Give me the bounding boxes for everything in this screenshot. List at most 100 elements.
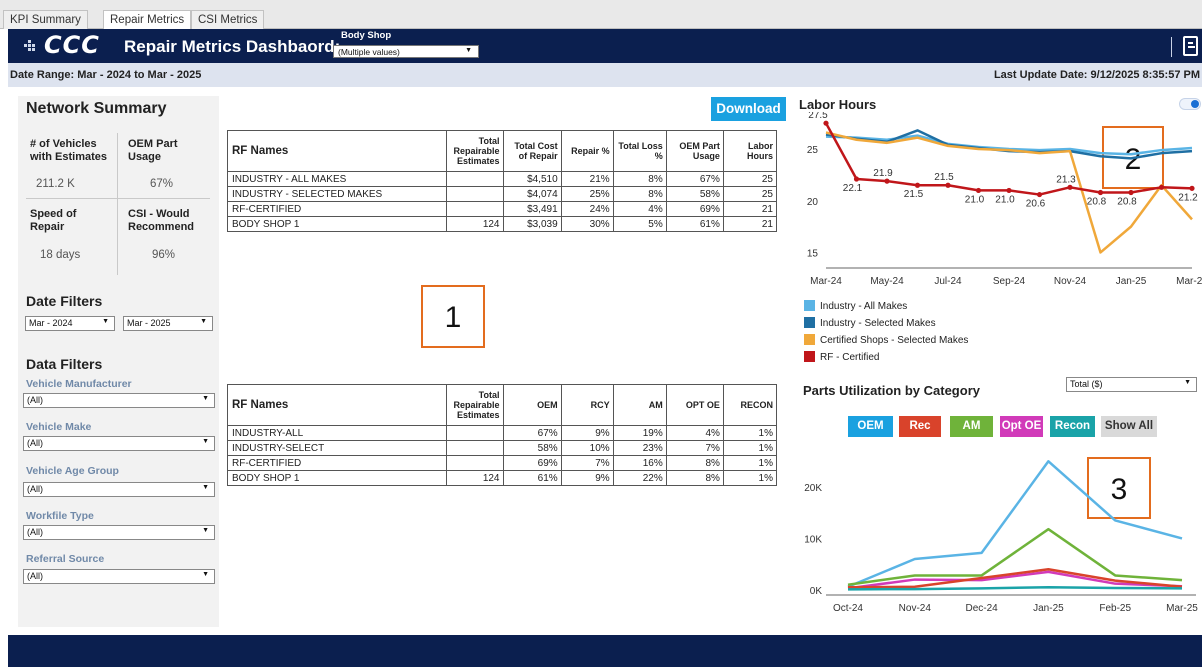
kpi-divider-vertical — [117, 133, 118, 275]
column-header: RF Names — [226, 384, 448, 426]
table-cell: RF-CERTIFIED — [226, 455, 448, 471]
vehicle-make-select[interactable]: (All) ▼ — [23, 436, 215, 451]
table-row: RF-CERTIFIED $3,491 24% 4% 69% 21 — [226, 201, 778, 217]
table-row: BODY SHOP 1 124 61% 9% 22% 8% 1% — [226, 470, 778, 486]
vehicle-manufacturer-label: Vehicle Manufacturer — [26, 378, 132, 390]
table-cell: $3,491 — [502, 201, 562, 217]
table-cell: 21% — [560, 171, 614, 187]
footer-bar — [8, 635, 1202, 667]
chevron-down-icon: ▼ — [202, 438, 209, 445]
table-cell: 124 — [446, 216, 504, 232]
table-cell: 25 — [722, 186, 778, 202]
referral-source-select[interactable]: (All) ▼ — [23, 569, 215, 584]
logo-grid-icon — [24, 40, 36, 52]
y-tick-label: 20K — [804, 483, 822, 494]
x-tick-label: Dec-24 — [965, 603, 998, 614]
data-label: 21.2 — [1178, 192, 1198, 203]
y-tick-label: 15 — [807, 248, 819, 259]
table-cell: BODY SHOP 1 — [226, 216, 448, 232]
y-tick-label: 25 — [807, 145, 819, 156]
data-label: 21.0 — [965, 194, 985, 205]
table-cell: 58% — [502, 440, 562, 456]
table-row: BODY SHOP 1 124 $3,039 30% 5% 61% 21 — [226, 216, 778, 232]
legend-label: Certified Shops - Selected Makes — [820, 335, 969, 346]
legend-label: Industry - All Makes — [820, 301, 908, 312]
filter-panel: Network Summary # of Vehicles with Estima… — [18, 96, 219, 627]
kpi-vehicles-label: # of Vehicles with Estimates — [30, 138, 108, 163]
table-cell: RF-CERTIFIED — [226, 201, 448, 217]
parts-utilization-chart: 0K 10K 20K Oct-24 Nov-24 Dec-24 Jan-25 Feb-25 Ma… — [804, 460, 1198, 614]
table-cell: 1% — [722, 455, 778, 471]
parts-utilization-title: Parts Utilization by Category — [803, 383, 980, 398]
data-label: 20.6 — [1026, 199, 1046, 210]
body-shop-select[interactable]: (Multiple values) ▼ — [333, 45, 479, 58]
filter-oem-button[interactable]: OEM — [848, 416, 893, 437]
body-shop-select-value: (Multiple values) — [338, 47, 400, 57]
legend-item: Industry - All Makes — [804, 300, 907, 312]
filter-opt-oe-button[interactable]: Opt OE — [1000, 416, 1043, 437]
series-line — [847, 460, 1183, 588]
parts-total-select[interactable]: Total ($) ▼ — [1066, 377, 1197, 392]
chevron-down-icon: ▼ — [202, 395, 209, 402]
table-cell: 69% — [502, 455, 562, 471]
column-header: Labor Hours — [722, 130, 778, 172]
kpi-oem-value: 67% — [150, 178, 174, 190]
table-cell: 21 — [722, 201, 778, 217]
workfile-type-select[interactable]: (All) ▼ — [23, 525, 215, 540]
table-row: RF-CERTIFIED 69% 7% 16% 8% 1% — [226, 455, 778, 471]
annotation-box-1: 1 — [421, 285, 485, 348]
kpi-speed-value: 18 days — [40, 249, 81, 261]
tab-csi-metrics[interactable]: CSI Metrics — [191, 10, 265, 29]
legend-swatch — [804, 300, 815, 311]
chevron-down-icon: ▼ — [202, 527, 209, 534]
table-cell: 24% — [560, 201, 614, 217]
data-point — [823, 120, 829, 126]
column-header: Repair % — [560, 130, 614, 172]
table-cell: 69% — [665, 201, 724, 217]
legend-item: Certified Shops - Selected Makes — [804, 334, 968, 346]
filter-recon-button[interactable]: Recon — [1050, 416, 1095, 437]
date-to-select[interactable]: Mar - 2025 ▼ — [123, 316, 213, 331]
chevron-down-icon: ▼ — [102, 318, 109, 325]
x-tick-label: Feb-25 — [1099, 603, 1131, 614]
x-tick-label: Mar-25 — [1166, 603, 1198, 614]
filter-am-button[interactable]: AM — [950, 416, 993, 437]
data-point — [1189, 185, 1195, 191]
table-cell: 5% — [612, 216, 667, 232]
kpi-divider-horizontal — [26, 198, 210, 199]
tab-kpi-summary[interactable]: KPI Summary — [3, 10, 88, 29]
table-cell: 61% — [665, 216, 724, 232]
body-shop-label: Body Shop — [341, 30, 392, 41]
parts-usage-table: RF Names Total Repairable Estimates OEM … — [226, 384, 778, 486]
date-filters-title: Date Filters — [26, 293, 103, 309]
table-cell: 1% — [722, 470, 778, 486]
table-cell: 124 — [446, 470, 504, 486]
data-label: 21.3 — [1056, 174, 1076, 185]
document-icon[interactable] — [1183, 36, 1198, 56]
column-header: AM — [612, 384, 667, 426]
date-from-select[interactable]: Mar - 2024 ▼ — [25, 316, 115, 331]
vehicle-age-group-select[interactable]: (All) ▼ — [23, 482, 215, 497]
filter-rec-button[interactable]: Rec — [899, 416, 941, 437]
table-cell — [446, 455, 504, 471]
data-point — [1036, 191, 1043, 198]
vehicle-manufacturer-select[interactable]: (All) ▼ — [23, 393, 215, 408]
x-tick-label: Jan-25 — [1033, 603, 1064, 614]
referral-source-label: Referral Source — [26, 553, 105, 565]
tab-repair-metrics[interactable]: Repair Metrics — [103, 10, 192, 29]
table-cell: 61% — [502, 470, 562, 486]
data-point — [853, 176, 860, 182]
chart-toggle-switch[interactable] — [1179, 98, 1201, 110]
show-all-button[interactable]: Show All — [1101, 416, 1157, 437]
kpi-csi-value: 96% — [152, 249, 176, 261]
table-row: INDUSTRY-ALL 67% 9% 19% 4% 1% — [226, 425, 778, 441]
data-label: 21.9 — [873, 168, 893, 179]
data-point — [1097, 189, 1104, 196]
table-cell: BODY SHOP 1 — [226, 470, 448, 486]
legend-swatch — [804, 351, 815, 362]
legend-swatch — [804, 334, 815, 345]
data-label: 21.5 — [904, 189, 924, 200]
data-label: 20.8 — [1117, 196, 1137, 207]
download-button[interactable]: Download — [711, 97, 786, 121]
data-point — [1128, 189, 1134, 196]
